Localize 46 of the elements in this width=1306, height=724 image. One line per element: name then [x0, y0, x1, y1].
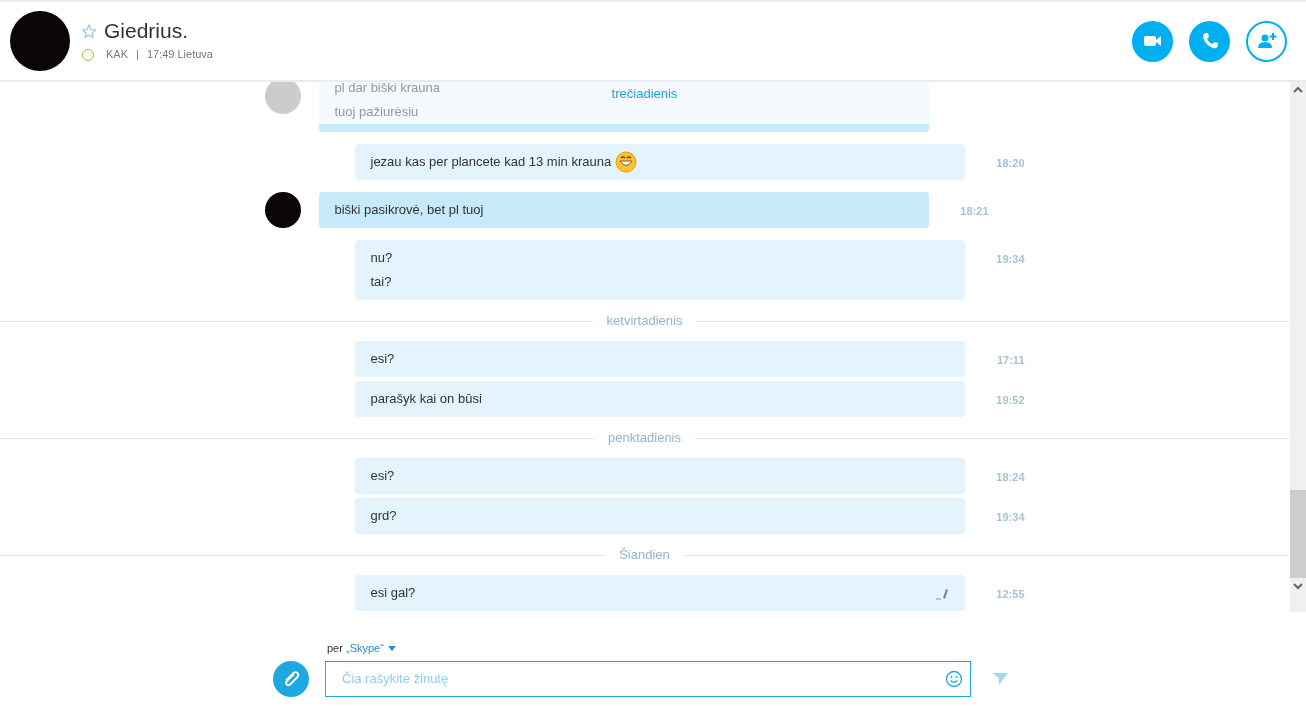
contact-name: Giedrius.	[104, 19, 189, 43]
caret-icon	[387, 645, 396, 651]
message-text: jezau kas per plancete kad 13 min krauna	[370, 153, 612, 171]
presence-status: KAK	[106, 47, 128, 63]
paper-plane-icon	[991, 672, 1009, 687]
message-time: 17:11	[995, 353, 1025, 368]
scrollbar[interactable]	[1290, 82, 1306, 612]
service-selector[interactable]: „Skype“	[345, 640, 396, 657]
message-time: 12:55	[995, 587, 1025, 602]
message-text: esi?	[370, 350, 395, 368]
message-text: tuoj pažiurėsiu	[334, 103, 419, 121]
add-contact-button[interactable]	[1246, 20, 1287, 62]
grin-emoji-icon	[615, 151, 638, 173]
day-separator: trečiadienis	[611, 86, 678, 101]
message-text: grd?	[370, 507, 397, 525]
message-time: 18:20	[995, 156, 1025, 171]
local-time: 17:49 Lietuva	[146, 47, 213, 63]
video-call-button[interactable]	[1132, 20, 1173, 62]
message-text: biški pasikrovė, bet pl tuoj	[334, 201, 484, 219]
message-text: tai?	[370, 273, 392, 291]
message-text: esi gal?	[370, 584, 416, 602]
message-time: 19:34	[995, 510, 1025, 525]
attach-button[interactable]	[273, 660, 309, 697]
message-input[interactable]: Čia rašykite žinutę	[325, 660, 971, 697]
call-button[interactable]	[1189, 20, 1230, 62]
message-time: 19:34	[995, 252, 1025, 267]
message-text: pl dar biški krauna	[334, 82, 440, 97]
message-time: 18:21	[959, 204, 989, 219]
message-time: 19:52	[995, 393, 1025, 408]
message-text: parašyk kai on būsi	[370, 390, 482, 408]
star-icon[interactable]	[82, 23, 96, 38]
day-separator: ketvirtadienis	[605, 312, 684, 331]
scrollbar-thumb[interactable]	[1290, 490, 1306, 578]
message-text: nu?	[370, 249, 393, 267]
avatar	[10, 11, 70, 71]
scroll-down-icon[interactable]	[1293, 582, 1303, 590]
smiley-icon[interactable]	[945, 669, 963, 688]
avatar	[264, 82, 301, 114]
day-separator: penktadienis	[607, 429, 682, 448]
message-text: esi?	[370, 467, 395, 485]
day-separator: Šiandien	[618, 546, 671, 565]
message-time: 18:24	[995, 470, 1025, 485]
via-label: per	[327, 642, 344, 654]
separator-text: |	[136, 47, 139, 63]
scroll-up-icon[interactable]	[1293, 86, 1303, 94]
avatar	[264, 192, 301, 228]
